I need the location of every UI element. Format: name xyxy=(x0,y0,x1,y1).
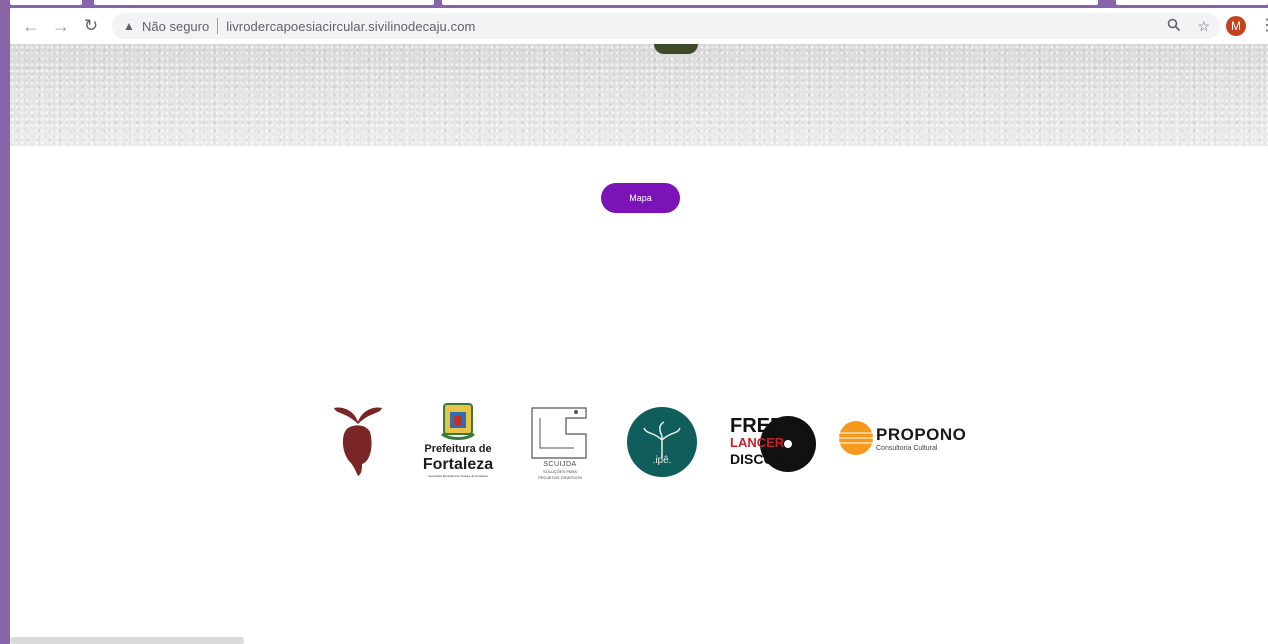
tab-strip xyxy=(10,0,1268,8)
address-bar[interactable]: ▲ Não seguro livrodercapoesiacircular.si… xyxy=(112,13,1220,39)
freelancer-discos-logo[interactable]: FREE LANCER DISCOS xyxy=(730,412,820,476)
kebab-menu-icon[interactable]: ⋮ xyxy=(1259,17,1268,35)
tab-edge[interactable] xyxy=(10,0,82,5)
prefeitura-sub: Secretaria Municipal de Cultura de Forta… xyxy=(428,474,488,478)
horizontal-scrollbar[interactable] xyxy=(10,637,244,644)
url-text[interactable]: livrodercapoesiacircular.sivilinodecaju.… xyxy=(226,19,475,34)
hero-texture-image xyxy=(10,44,1268,146)
reload-icon[interactable]: ↻ xyxy=(76,11,106,41)
scuilda-title: SCUIJDA xyxy=(543,461,577,468)
browser-window: ← → ↻ ▲ Não seguro livrodercapoesiacircu… xyxy=(10,8,1268,644)
ipe-logo[interactable]: .ipê. xyxy=(626,406,698,478)
cashew-logo[interactable] xyxy=(332,404,384,478)
map-button[interactable]: Mapa xyxy=(601,183,680,213)
prefeitura-line1: Prefeitura de xyxy=(424,443,492,455)
tab-edge[interactable] xyxy=(1116,0,1268,5)
omnibox-actions: ☆ xyxy=(1167,13,1210,39)
scuilda-sub2: PROJETOS CRIATIVOS xyxy=(538,475,582,480)
browser-toolbar: ← → ↻ ▲ Não seguro livrodercapoesiacircu… xyxy=(10,8,1268,44)
avatar[interactable]: M xyxy=(1226,16,1246,36)
tab-edge[interactable] xyxy=(442,0,1098,5)
omnibox-divider xyxy=(217,18,219,34)
ipe-text: .ipê. xyxy=(652,455,672,466)
warning-triangle-icon[interactable]: ▲ xyxy=(122,19,136,33)
scuilda-sub1: SOLUÇÕES PARA xyxy=(543,469,577,474)
prefeitura-logo[interactable]: Prefeitura de Fortaleza Secretaria Munic… xyxy=(412,400,504,482)
magnifier-icon[interactable] xyxy=(1167,18,1181,35)
prefeitura-line2: Fortaleza xyxy=(422,456,494,473)
scuilda-logo[interactable]: SCUIJDA SOLUÇÕES PARA PROJETOS CRIATIVOS xyxy=(526,404,594,484)
arrow-left-icon[interactable]: ← xyxy=(16,11,46,41)
propono-title: PROPONO xyxy=(876,425,967,444)
freelancer-line1: FREE xyxy=(730,415,784,437)
freelancer-line2: LANCER xyxy=(730,435,785,450)
propono-logo[interactable]: PROPONO Consultoria Cultural xyxy=(838,418,970,458)
leaf-image xyxy=(654,44,698,54)
arrow-right-icon[interactable]: → xyxy=(46,11,76,41)
tab-edge[interactable] xyxy=(94,0,434,5)
star-icon[interactable]: ☆ xyxy=(1197,18,1210,35)
propono-sub: Consultoria Cultural xyxy=(876,445,938,452)
security-label[interactable]: Não seguro xyxy=(142,19,209,34)
freelancer-line3: DISCOS xyxy=(730,451,784,467)
